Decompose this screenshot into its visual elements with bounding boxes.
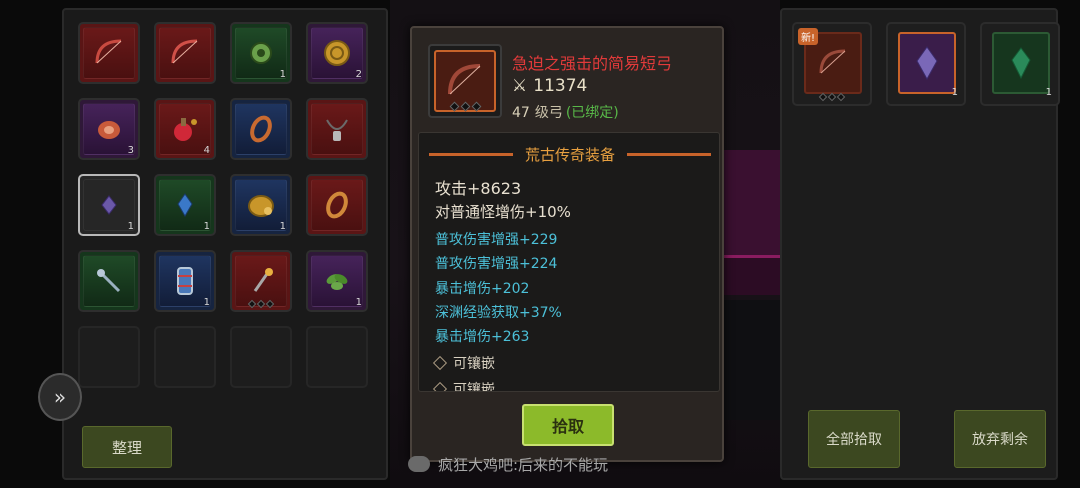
green-crystal-icon (992, 32, 1050, 94)
chat-text: 疯狂大鸡吧:后来的不能玩 (438, 455, 609, 474)
chevron-right-icon: » (53, 385, 67, 409)
socket-label: 可镶嵌 (453, 356, 495, 372)
bow-icon (80, 24, 138, 82)
inventory-slot[interactable]: 1 (230, 174, 292, 236)
weapon-type: 级弓 (534, 105, 563, 121)
staff-icon (80, 252, 138, 310)
game-screen: 1 2 3 4 1 1 1 1 1 整理 » 新! 1 1 全部拾取 放弃剩余 … (0, 0, 1080, 488)
ring-icon (232, 100, 290, 158)
sub-stat: 暴击增伤+202 (435, 281, 530, 297)
diamond-icon (432, 355, 448, 371)
inventory-slot[interactable] (154, 22, 216, 84)
inventory-slot-empty[interactable] (78, 326, 140, 388)
inventory-slot[interactable] (230, 98, 292, 160)
loot-slot[interactable]: 1 (980, 22, 1060, 106)
item-count: 1 (355, 297, 362, 308)
inventory-slot-empty[interactable] (154, 326, 216, 388)
inventory-slot[interactable]: 1 (230, 22, 292, 84)
necklace-icon (308, 100, 366, 158)
item-count: 1 (203, 221, 210, 232)
inventory-slot[interactable] (78, 250, 140, 312)
section-title: 荒古传奇装备 (525, 145, 616, 164)
item-count: 1 (951, 87, 958, 98)
inventory-slot-empty[interactable] (230, 326, 292, 388)
inventory-slot-empty[interactable] (306, 326, 368, 388)
pick-all-button[interactable]: 全部拾取 (808, 410, 900, 468)
item-count: 1 (279, 221, 286, 232)
discard-remaining-button[interactable]: 放弃剩余 (954, 410, 1046, 468)
sub-stat: 深渊经验获取+37% (435, 305, 562, 321)
bound-status: (已绑定) (565, 105, 619, 121)
item-count: 1 (279, 69, 286, 80)
sub-stat: 普攻伤害增强+229 (435, 232, 558, 248)
main-stat: 对普通怪增伤+10% (435, 203, 571, 221)
sort-button[interactable]: 整理 (82, 426, 172, 468)
main-stat: 攻击+8623 (435, 179, 522, 198)
stats-box[interactable]: 荒古传奇装备 攻击+8623 对普通怪增伤+10% 普攻伤害增强+229 普攻伤… (418, 132, 720, 392)
pick-up-button[interactable]: 拾取 (522, 404, 614, 446)
item-count: 1 (127, 221, 134, 232)
inventory-slot[interactable] (306, 174, 368, 236)
power-value: 11374 (533, 76, 588, 96)
item-count: 1 (1045, 87, 1052, 98)
inventory-panel: 1 2 3 4 1 1 1 1 1 整理 (62, 8, 388, 480)
inventory-slot[interactable]: 1 (154, 174, 216, 236)
inventory-slot[interactable]: 2 (306, 22, 368, 84)
sub-stat: 普攻伤害增强+224 (435, 256, 558, 272)
inventory-slot[interactable]: 1 (78, 174, 140, 236)
inventory-slot[interactable] (306, 98, 368, 160)
level-value: 47 (512, 105, 530, 121)
new-badge: 新! (798, 28, 819, 45)
bow-icon (156, 24, 214, 82)
item-icon-frame (428, 44, 502, 118)
inventory-slot[interactable]: 4 (154, 98, 216, 160)
section-header: 荒古传奇装备 (429, 143, 712, 165)
item-name: 急迫之强击的简易短弓 (512, 54, 673, 73)
loot-panel: 新! 1 1 全部拾取 放弃剩余 (780, 8, 1060, 480)
inventory-slot[interactable]: 1 (154, 250, 216, 312)
star-dots (430, 101, 500, 112)
item-level: 47 级弓 (已绑定) (512, 102, 619, 122)
inventory-slot[interactable] (230, 250, 292, 312)
socket-slot: 可镶嵌 (432, 353, 495, 373)
chat-bubble-icon (408, 456, 430, 472)
purple-crystal-icon (898, 32, 956, 94)
loot-items: 新! 1 1 (792, 22, 1060, 106)
loot-slot[interactable]: 新! (792, 22, 872, 106)
sub-stat: 暴击增伤+263 (435, 329, 530, 345)
item-count: 2 (355, 69, 362, 80)
diamond-icon (432, 381, 448, 391)
star-dots (232, 299, 290, 309)
expand-sidebar-button[interactable]: » (38, 373, 82, 421)
crossed-swords-icon: ⚔ (512, 76, 528, 96)
item-count: 3 (127, 145, 134, 156)
socket-slot: 可镶嵌 (432, 379, 495, 392)
inventory-slot[interactable]: 3 (78, 98, 140, 160)
inventory-slot[interactable]: 1 (306, 250, 368, 312)
item-count: 1 (203, 297, 210, 308)
loot-slot[interactable]: 1 (886, 22, 966, 106)
inventory-grid: 1 2 3 4 1 1 1 1 1 (78, 22, 368, 388)
inventory-slot[interactable] (78, 22, 140, 84)
combat-power: ⚔ 11374 (512, 76, 587, 96)
socket-label: 可镶嵌 (453, 382, 495, 392)
chat-line[interactable]: 疯狂大鸡吧:后来的不能玩 (408, 452, 708, 476)
item-tooltip: 急迫之强击的简易短弓 ⚔ 11374 47 级弓 (已绑定) 荒古传奇装备 攻击+8… (410, 26, 724, 462)
item-count: 4 (203, 145, 210, 156)
ring-icon (308, 176, 366, 234)
star-dots (794, 92, 870, 102)
